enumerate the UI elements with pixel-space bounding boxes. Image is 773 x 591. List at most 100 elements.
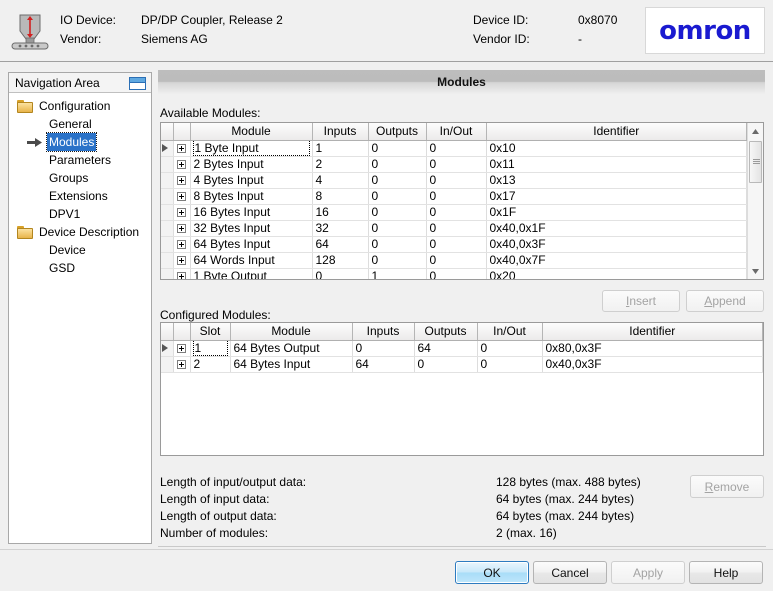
col-inout[interactable]: In/Out — [477, 323, 543, 341]
row-marker — [161, 204, 174, 221]
navigation-tree: Configuration General Modules Parameters… — [9, 94, 151, 277]
nav-item-device-description[interactable]: Device Description — [9, 223, 151, 241]
configured-modules-grid[interactable]: Slot Module Inputs Outputs In/Out Identi… — [160, 322, 764, 456]
summary-label-output: Length of output data: — [160, 509, 277, 523]
table-row[interactable]: 64 Bytes Input 64 0 0 0x40,0x3F — [161, 236, 747, 253]
col-outputs[interactable]: Outputs — [368, 123, 427, 141]
table-header-row: Slot Module Inputs Outputs In/Out Identi… — [161, 323, 763, 341]
ok-button[interactable]: OK — [455, 561, 529, 584]
cell-inputs: 2 — [312, 156, 369, 173]
append-button[interactable]: Append — [686, 290, 764, 312]
summary-value-count: 2 (max. 16) — [496, 526, 557, 540]
table-row[interactable]: 4 Bytes Input 4 0 0 0x13 — [161, 172, 747, 189]
nav-item-parameters[interactable]: Parameters — [9, 151, 151, 169]
nav-label: Configuration — [39, 99, 111, 113]
summary-label-io: Length of input/output data: — [160, 475, 307, 489]
table-row[interactable]: 16 Bytes Input 16 0 0 0x1F — [161, 204, 747, 221]
insert-button[interactable]: IInsertnsert — [602, 290, 680, 312]
cell-inout: 0 — [426, 252, 487, 269]
cancel-button[interactable]: Cancel — [533, 561, 607, 584]
summary-label-count: Number of modules: — [160, 526, 269, 540]
cell-module: 64 Words Input — [190, 252, 313, 269]
plus-icon — [177, 272, 186, 279]
vendor-value: Siemens AG — [141, 32, 208, 46]
remove-button[interactable]: Remove — [690, 475, 764, 498]
cell-identifier: 0x40,0x3F — [486, 236, 747, 253]
omron-logo: omron — [645, 7, 765, 54]
help-button[interactable]: Help — [689, 561, 763, 584]
cell-inputs: 4 — [312, 172, 369, 189]
row-marker-header — [161, 323, 174, 341]
col-slot[interactable]: Slot — [190, 323, 231, 341]
available-modules-scrollbar[interactable] — [747, 123, 763, 279]
nav-label: Extensions — [49, 189, 108, 203]
available-modules-grid[interactable]: Module Inputs Outputs In/Out Identifier … — [160, 122, 764, 280]
expand-toggle[interactable] — [173, 156, 191, 173]
table-row[interactable]: 64 Words Input 128 0 0 0x40,0x7F — [161, 252, 747, 269]
col-identifier[interactable]: Identifier — [542, 323, 763, 341]
cell-inputs: 16 — [312, 204, 369, 221]
plus-icon — [177, 208, 186, 218]
navigation-header: Navigation Area — [9, 73, 151, 93]
table-row[interactable]: 1 Byte Output 0 1 0 0x20 — [161, 268, 747, 279]
col-module[interactable]: Module — [230, 323, 353, 341]
col-inputs[interactable]: Inputs — [312, 123, 369, 141]
nav-label: Device Description — [39, 225, 140, 239]
plus-icon — [177, 160, 186, 170]
plus-icon — [177, 176, 186, 186]
nav-item-dpv1[interactable]: DPV1 — [9, 205, 151, 223]
expand-toggle[interactable] — [173, 204, 191, 221]
nav-item-configuration[interactable]: Configuration — [9, 97, 151, 115]
nav-item-gsd[interactable]: GSD — [9, 259, 151, 277]
nav-item-general[interactable]: General — [9, 115, 151, 133]
cancel-button-label: Cancel — [551, 565, 589, 580]
cell-outputs: 0 — [368, 236, 427, 253]
ok-button-label: OK — [483, 565, 501, 580]
plus-icon — [177, 360, 186, 370]
cell-inputs: 64 — [352, 356, 415, 373]
nav-item-groups[interactable]: Groups — [9, 169, 151, 187]
expand-toggle[interactable] — [173, 356, 191, 373]
col-inputs[interactable]: Inputs — [352, 323, 415, 341]
table-row[interactable]: 8 Bytes Input 8 0 0 0x17 — [161, 188, 747, 205]
plus-icon — [177, 192, 186, 202]
expand-toggle[interactable] — [173, 140, 191, 157]
table-row[interactable]: 2 Bytes Input 2 0 0 0x11 — [161, 156, 747, 173]
row-marker — [161, 156, 174, 173]
expand-toggle[interactable] — [173, 268, 191, 279]
apply-button-label: Apply — [632, 565, 664, 580]
col-module[interactable]: Module — [190, 123, 313, 141]
expand-toggle[interactable] — [173, 236, 191, 253]
nav-item-modules[interactable]: Modules — [9, 132, 151, 152]
summary-label-input: Length of input data: — [160, 492, 270, 506]
cell-outputs: 0 — [414, 356, 478, 373]
cell-inout: 0 — [477, 356, 543, 373]
table-row[interactable]: 32 Bytes Input 32 0 0 0x40,0x1F — [161, 220, 747, 237]
scroll-up-icon[interactable] — [748, 123, 763, 139]
folder-icon — [17, 99, 33, 113]
nav-item-device[interactable]: Device — [9, 241, 151, 259]
col-identifier[interactable]: Identifier — [486, 123, 747, 141]
expand-header — [173, 323, 191, 341]
vendor-label: Vendor: — [60, 32, 102, 46]
expand-toggle[interactable] — [173, 252, 191, 269]
table-row[interactable]: 1 Byte Input 1 0 0 0x10 — [161, 140, 747, 157]
cell-inout: 0 — [426, 156, 487, 173]
expand-toggle[interactable] — [173, 220, 191, 237]
dock-window-icon[interactable] — [129, 77, 146, 90]
cell-module: 64 Bytes Input — [190, 236, 313, 253]
scrollbar-thumb[interactable] — [749, 141, 762, 183]
cell-outputs: 1 — [368, 268, 427, 279]
navigation-title: Navigation Area — [15, 75, 100, 90]
expand-toggle[interactable] — [173, 172, 191, 189]
table-row[interactable]: 1 64 Bytes Output 0 64 0 0x80,0x3F — [161, 340, 763, 357]
expand-toggle[interactable] — [173, 340, 191, 357]
help-button-label: Help — [713, 565, 739, 580]
apply-button[interactable]: Apply — [611, 561, 685, 584]
expand-toggle[interactable] — [173, 188, 191, 205]
table-row[interactable]: 2 64 Bytes Input 64 0 0 0x40,0x3F — [161, 356, 763, 373]
col-inout[interactable]: In/Out — [426, 123, 487, 141]
col-outputs[interactable]: Outputs — [414, 323, 478, 341]
scroll-down-icon[interactable] — [748, 263, 763, 279]
nav-item-extensions[interactable]: Extensions — [9, 187, 151, 205]
